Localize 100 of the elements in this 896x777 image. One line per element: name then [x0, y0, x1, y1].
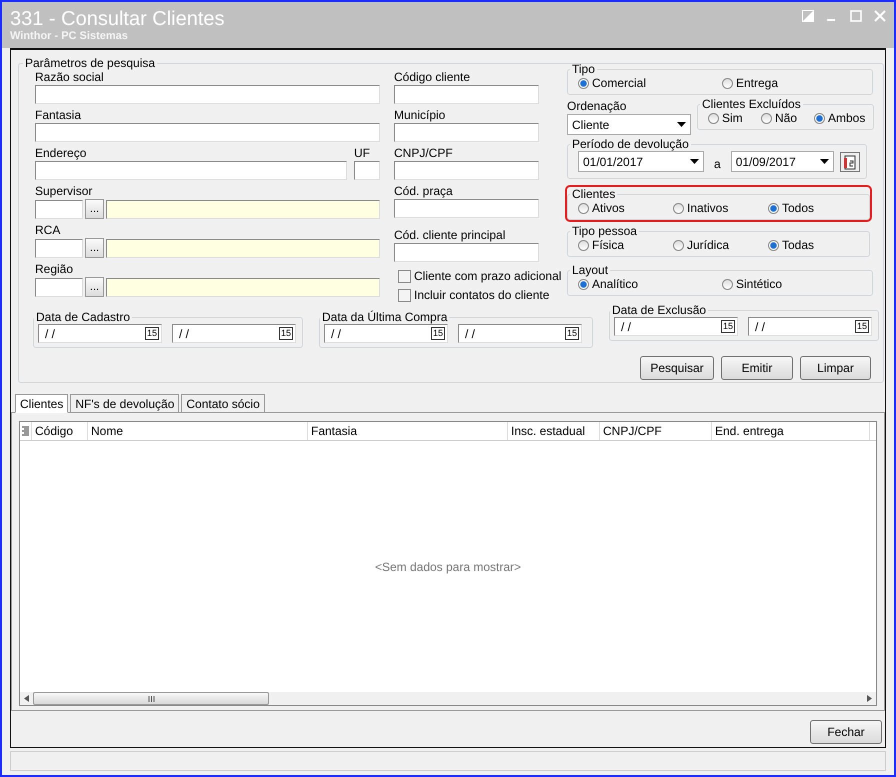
radio-button[interactable] [578, 78, 589, 88]
radio-label[interactable]: Analítico [592, 277, 638, 291]
scroll-right-icon[interactable] [867, 695, 872, 702]
column-chooser-icon[interactable] [22, 426, 29, 436]
radio-label[interactable]: Física [592, 238, 624, 252]
input-field[interactable] [35, 239, 83, 258]
close-button[interactable]: Fechar [810, 720, 882, 744]
sort-dropdown[interactable]: Cliente [567, 114, 691, 135]
radio-label[interactable]: Todos [782, 201, 814, 215]
action-button[interactable]: Emitir [721, 356, 793, 380]
tab[interactable]: Clientes [15, 394, 68, 413]
radio-label[interactable]: Ativos [592, 201, 625, 215]
field-label: Ordenação [567, 99, 628, 113]
radio-button[interactable] [761, 112, 772, 124]
input-field[interactable] [354, 161, 380, 180]
group-title: Data de Cadastro [35, 310, 132, 324]
range-separator: a [714, 156, 721, 170]
action-button[interactable]: Pesquisar [640, 356, 714, 380]
input-field[interactable] [394, 199, 539, 218]
field-label: Supervisor [35, 184, 94, 198]
scroll-left-icon[interactable] [24, 695, 29, 702]
calendar-button[interactable]: 15 [854, 320, 869, 333]
radio-button[interactable] [673, 240, 684, 250]
radio-label[interactable]: Sim [722, 111, 743, 125]
checkbox-label[interactable]: Cliente com prazo adicional [414, 269, 562, 283]
field-label: RCA [35, 223, 62, 237]
dropdown-arrow-icon[interactable] [677, 122, 686, 127]
radio-label[interactable]: Não [775, 111, 798, 125]
date-field[interactable]: / / 15 [748, 317, 872, 336]
date-dropdown[interactable]: 01/09/2017 [730, 151, 834, 172]
radio-button[interactable] [722, 78, 733, 88]
input-field[interactable] [394, 85, 539, 104]
radio-button[interactable] [814, 112, 825, 124]
calendar-icon[interactable] [840, 152, 860, 172]
group-title: Clientes [571, 187, 616, 201]
input-field[interactable] [394, 123, 539, 142]
calendar-button[interactable]: 15 [144, 327, 159, 340]
dropdown-arrow-icon[interactable] [690, 159, 699, 164]
checkbox[interactable] [398, 288, 411, 302]
group-title: Tipo pessoa [571, 224, 638, 238]
date-field[interactable]: / / 15 [324, 324, 448, 343]
radio-button[interactable] [768, 240, 779, 250]
lookup-button[interactable]: ... [84, 277, 104, 297]
radio-button[interactable] [578, 278, 589, 290]
column-header[interactable]: Código [32, 422, 88, 440]
scrollbar-thumb[interactable] [33, 692, 269, 705]
calendar-button[interactable]: 15 [564, 327, 579, 340]
input-field[interactable] [394, 243, 539, 262]
restore-icon[interactable] [802, 10, 814, 22]
lookup-button[interactable]: ... [84, 199, 104, 219]
date-field[interactable]: / / 15 [38, 324, 162, 343]
group-title: Clientes Excluídos [701, 97, 802, 111]
radio-label[interactable]: Entrega [736, 76, 778, 90]
radio-button[interactable] [673, 202, 684, 214]
date-dropdown[interactable]: 01/01/2017 [578, 151, 704, 172]
radio-button[interactable] [708, 112, 719, 124]
calendar-button[interactable]: 15 [278, 327, 293, 340]
radio-button[interactable] [578, 240, 589, 250]
column-header[interactable]: CNPJ/CPF [600, 422, 712, 440]
input-field[interactable] [35, 278, 83, 297]
radio-button[interactable] [578, 202, 589, 214]
radio-label[interactable]: Comercial [592, 76, 646, 90]
radio-label[interactable]: Sintético [736, 277, 782, 291]
grip-icon [148, 696, 154, 702]
field-label: Cód. cliente principal [394, 228, 506, 242]
radio-label[interactable]: Todas [782, 238, 814, 252]
action-button[interactable]: Limpar [800, 356, 871, 380]
date-field[interactable]: / / 15 [614, 317, 738, 336]
group-title: Tipo [571, 62, 596, 76]
group-title: Data da Última Compra [321, 310, 448, 324]
radio-label[interactable]: Jurídica [687, 238, 730, 252]
input-field[interactable] [35, 85, 380, 104]
tab[interactable]: NF's de devolução [70, 394, 180, 413]
calendar-button[interactable]: 15 [720, 320, 735, 333]
input-field[interactable] [35, 161, 347, 180]
tab[interactable]: Contato sócio [181, 394, 265, 413]
group-title: Layout [571, 263, 610, 277]
radio-label[interactable]: Inativos [687, 201, 728, 215]
date-field[interactable]: / / 15 [458, 324, 582, 343]
column-header[interactable]: Insc. estadual [508, 422, 600, 440]
column-header[interactable]: Fantasia [308, 422, 508, 440]
dropdown-arrow-icon[interactable] [820, 159, 829, 164]
radio-label[interactable]: Ambos [828, 111, 866, 125]
field-label: Código cliente [394, 70, 472, 84]
horizontal-scrollbar[interactable] [20, 692, 876, 705]
input-field[interactable] [35, 123, 380, 142]
close-icon[interactable] [874, 10, 886, 22]
input-field[interactable] [35, 200, 83, 219]
radio-button[interactable] [722, 278, 733, 290]
radio-button[interactable] [768, 202, 779, 214]
checkbox[interactable] [398, 270, 411, 282]
calendar-button[interactable]: 15 [430, 327, 445, 340]
lookup-button[interactable]: ... [84, 238, 104, 258]
maximize-icon[interactable] [850, 10, 862, 22]
input-field[interactable] [394, 161, 539, 180]
field-label: Razão social [35, 70, 105, 84]
date-field[interactable]: / / 15 [172, 324, 296, 343]
checkbox-label[interactable]: Incluir contatos do cliente [414, 288, 550, 302]
column-header[interactable]: End. entrega [712, 422, 870, 440]
column-header[interactable]: Nome [88, 422, 308, 440]
